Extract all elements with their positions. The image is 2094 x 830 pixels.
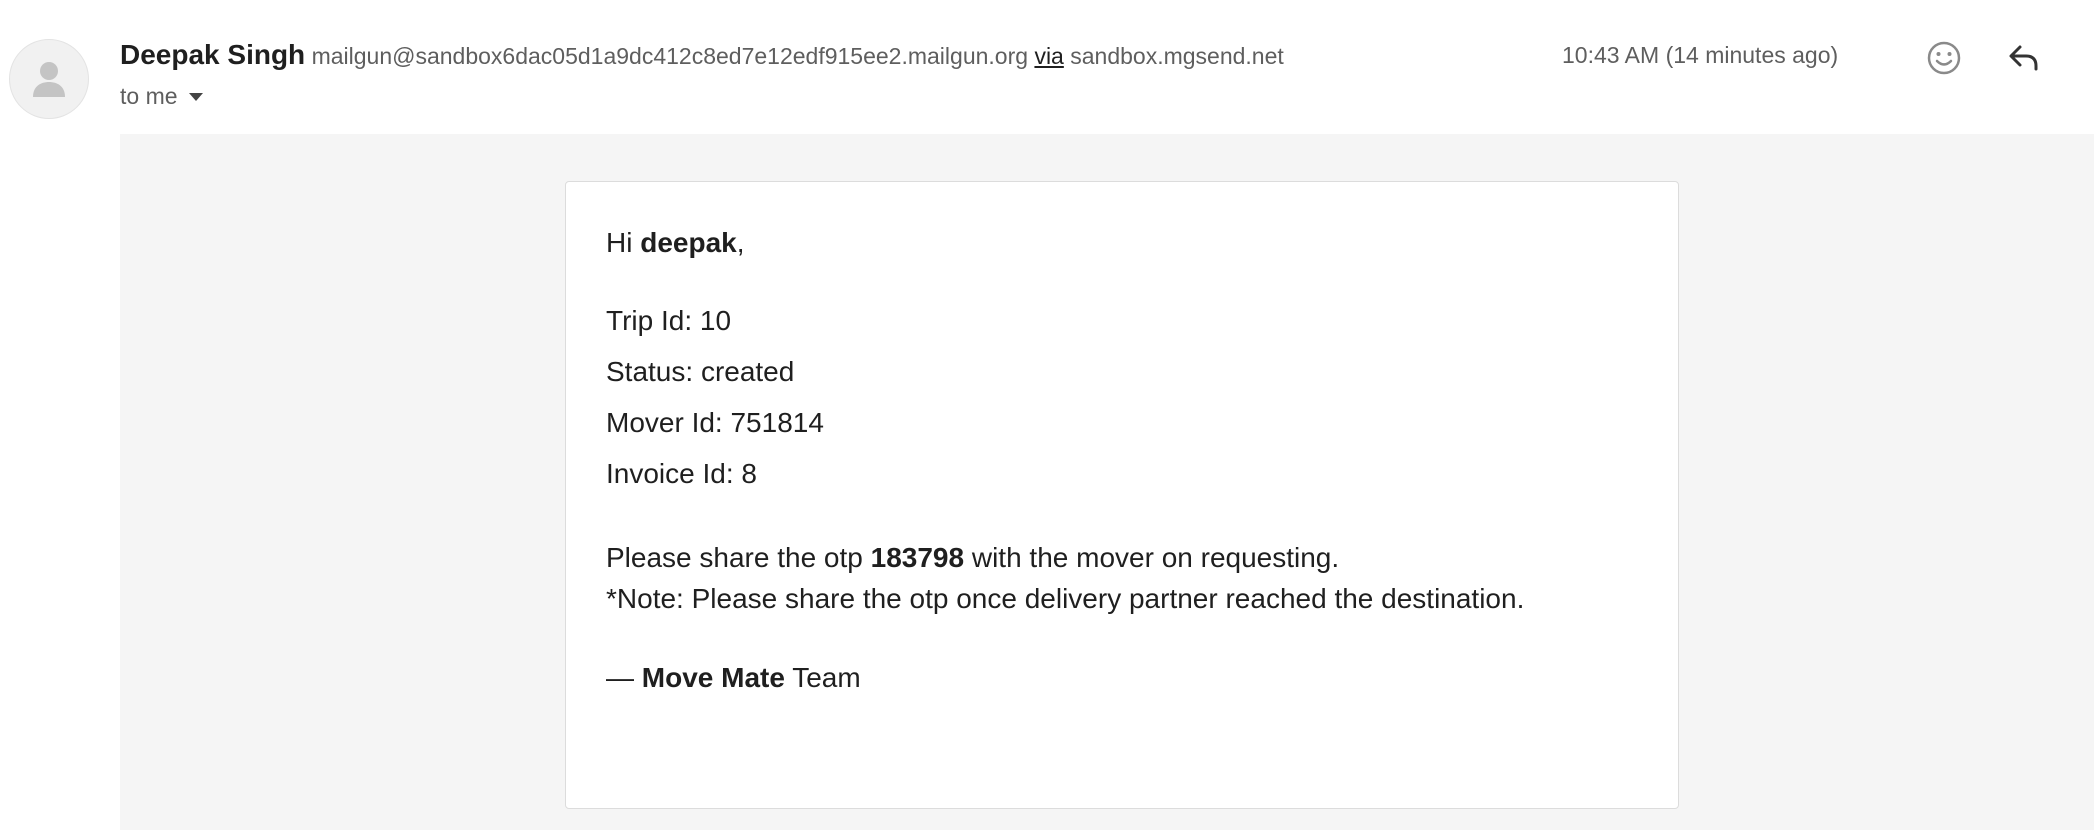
email-card: Hi deepak, Trip Id: 10 Status: created M…	[565, 181, 1679, 809]
status-value: created	[700, 356, 795, 387]
via-domain: sandbox.mgsend.net	[1070, 43, 1284, 69]
sender-name[interactable]: Deepak Singh	[120, 39, 305, 70]
brand-name: Move Mate	[641, 662, 785, 693]
invoice-id-line: Invoice Id: 8	[606, 458, 757, 489]
email-content: Hi deepak, Trip Id: 10 Status: created M…	[606, 224, 1524, 697]
recipient-name: deepak	[640, 227, 737, 258]
via-link[interactable]: via	[1034, 43, 1063, 69]
recipient-line[interactable]: to me	[120, 83, 204, 110]
otp-code: 183798	[870, 542, 965, 573]
person-icon	[33, 62, 65, 97]
status-line: Status: created	[606, 356, 795, 387]
otp-line: Please share the otp 183798 with the mov…	[606, 542, 1340, 573]
mover-id-line: Mover Id: 751814	[606, 407, 824, 438]
reply-icon	[2009, 45, 2038, 71]
trip-id-line: Trip Id: 10	[606, 305, 732, 336]
emoji-reaction-button[interactable]	[1920, 34, 1968, 82]
sender-header: Deepak Singh mailgun@sandbox6dac05d1a9dc…	[120, 40, 1284, 71]
greeting: Hi deepak,	[606, 227, 745, 258]
invoice-id-value: 8	[741, 458, 757, 489]
message-timestamp: 10:43 AM (14 minutes ago)	[1562, 42, 1839, 68]
sender-avatar[interactable]	[9, 39, 89, 119]
emoji-icon	[1927, 41, 1961, 75]
signoff: — Move Mate Team	[606, 662, 861, 693]
caret-down-icon[interactable]	[188, 92, 204, 102]
reply-button[interactable]	[2000, 34, 2048, 82]
mover-id-value: 751814	[730, 407, 824, 438]
note-line: *Note: Please share the otp once deliver…	[606, 583, 1525, 614]
recipient-label: to me	[120, 83, 178, 109]
sender-email: mailgun@sandbox6dac05d1a9dc412c8ed7e12ed…	[311, 43, 1029, 69]
trip-id-value: 10	[699, 305, 732, 336]
